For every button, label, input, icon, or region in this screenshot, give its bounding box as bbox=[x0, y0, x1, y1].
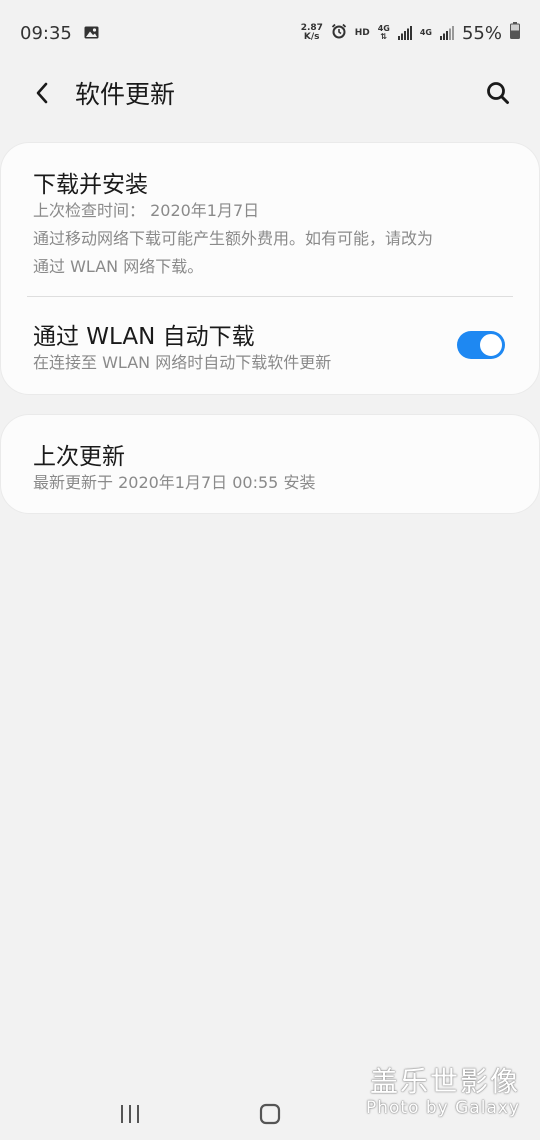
mobile-data-note-line2: 通过 WLAN 网络下载。 bbox=[33, 257, 204, 276]
alarm-icon bbox=[331, 23, 347, 44]
last-update-title: 上次更新 bbox=[33, 444, 125, 470]
mobile-data-note-line1: 通过移动网络下载可能产生额外费用。如有可能，请改为 bbox=[33, 229, 434, 248]
auto-download-title: 通过 WLAN 自动下载 bbox=[33, 324, 255, 350]
last-update-subtitle: 最新更新于 2020年1月7日 00:55 安装 bbox=[33, 473, 316, 492]
recent-apps-icon bbox=[121, 1105, 139, 1123]
update-options-card: 下载并安装 上次检查时间： 2020年1月7日 通过移动网络下载可能产生额外费用… bbox=[1, 143, 539, 394]
last-update-card[interactable]: 上次更新 最新更新于 2020年1月7日 00:55 安装 bbox=[1, 415, 539, 513]
battery-percent: 55% bbox=[461, 22, 502, 44]
download-install-title: 下载并安装 bbox=[33, 172, 148, 198]
speed-unit: K/s bbox=[303, 32, 320, 42]
divider bbox=[27, 296, 513, 297]
status-left: 09:35 bbox=[20, 23, 99, 44]
data-arrows-icon: ⇅ bbox=[380, 32, 388, 41]
network-type-2: 4G bbox=[420, 29, 432, 37]
network-label-2: 4G bbox=[419, 28, 432, 37]
network-type-1: 4G ⇅ bbox=[378, 25, 390, 41]
status-right: 2.87 K/s HD 4G ⇅ 4G 55% bbox=[301, 22, 520, 44]
hd-indicator: HD bbox=[354, 28, 370, 38]
navigation-bar bbox=[0, 1074, 540, 1140]
status-bar: 09:35 2.87 K/s HD 4G ⇅ 4G 55% bbox=[0, 0, 540, 66]
status-time: 09:35 bbox=[20, 22, 72, 44]
battery-icon bbox=[510, 22, 520, 44]
signal-icon-2 bbox=[439, 26, 454, 40]
home-icon bbox=[259, 1103, 281, 1125]
last-check-time: 上次检查时间： 2020年1月7日 bbox=[33, 201, 260, 220]
toggle-knob bbox=[478, 332, 504, 358]
network-speed: 2.87 K/s bbox=[301, 24, 323, 42]
signal-icon bbox=[397, 26, 412, 40]
back-button[interactable] bbox=[22, 73, 62, 113]
image-icon bbox=[84, 23, 99, 44]
recent-apps-button[interactable] bbox=[118, 1104, 142, 1124]
app-header: 软件更新 bbox=[0, 66, 540, 120]
home-button[interactable] bbox=[259, 1103, 281, 1125]
chevron-left-icon bbox=[36, 82, 48, 104]
page-title: 软件更新 bbox=[75, 80, 176, 109]
search-icon bbox=[487, 82, 509, 104]
auto-download-subtitle: 在连接至 WLAN 网络时自动下载软件更新 bbox=[33, 353, 332, 372]
auto-download-toggle[interactable] bbox=[457, 331, 505, 359]
search-button[interactable] bbox=[478, 73, 518, 113]
